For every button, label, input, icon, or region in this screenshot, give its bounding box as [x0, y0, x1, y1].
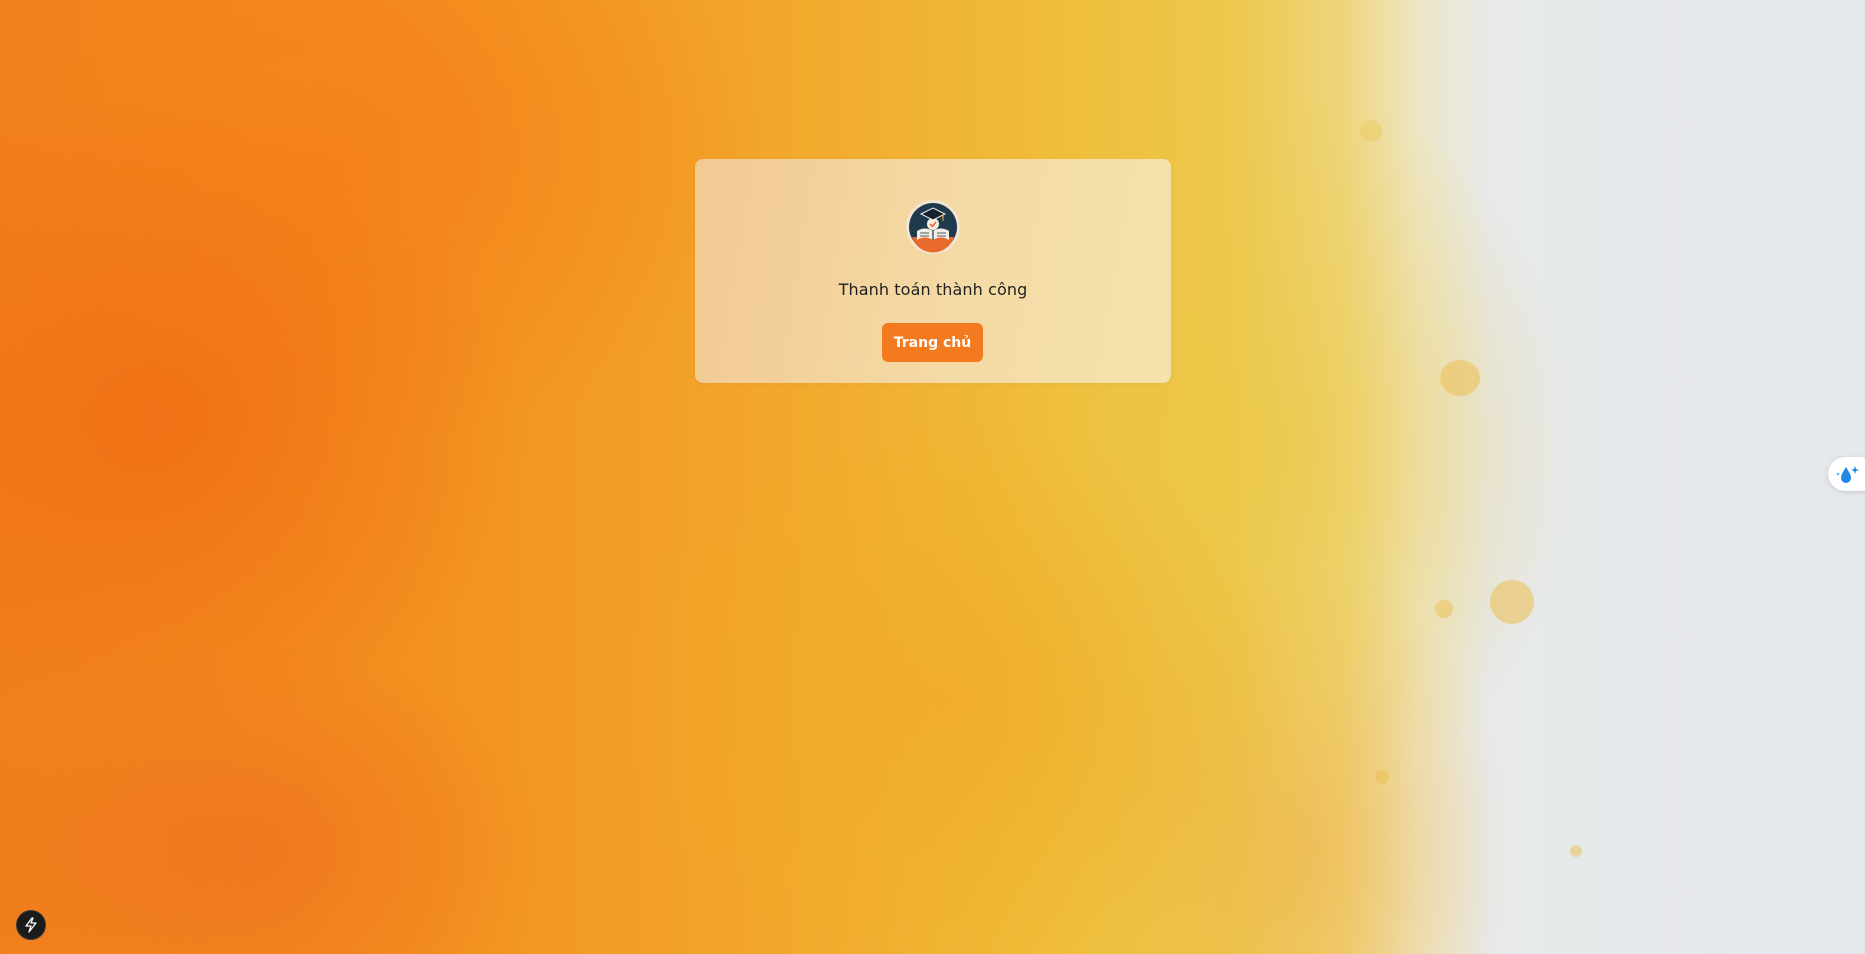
lightning-bolt-icon: [25, 917, 37, 933]
water-drop-sparkle-icon: [1836, 466, 1859, 483]
home-button[interactable]: Trang chủ: [882, 323, 983, 362]
watercolor-background: [0, 0, 1865, 954]
side-widget-button[interactable]: [1828, 457, 1865, 491]
payment-result-card: Thanh toán thành công Trang chủ: [695, 159, 1171, 383]
graduation-cap-book-logo: [905, 199, 961, 255]
dev-tools-button[interactable]: [16, 910, 46, 940]
payment-success-message: Thanh toán thành công: [838, 280, 1028, 299]
